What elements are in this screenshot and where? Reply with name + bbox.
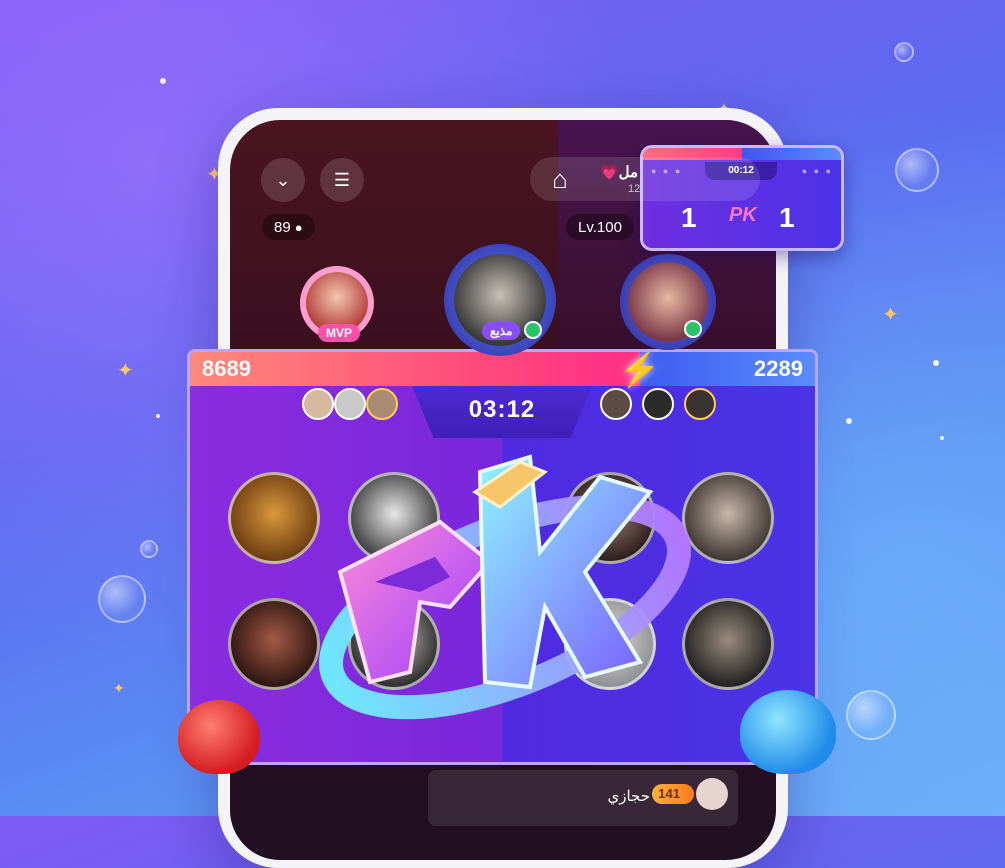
mic-on-icon: [524, 321, 542, 339]
top-gifter-avatar[interactable]: [684, 388, 716, 420]
user-icon: ●: [294, 219, 303, 235]
bubble-decoration: [895, 148, 939, 192]
dot-decoration: [940, 436, 944, 440]
room-info-chip[interactable]: ⌂ مل💗 12: [530, 157, 760, 201]
mini-pk-logo: PK: [729, 204, 757, 226]
top-gifter-avatar[interactable]: [642, 388, 674, 420]
top-gifter-avatar[interactable]: [302, 388, 334, 420]
red-team-score: 8689: [202, 356, 251, 381]
mini-pk-left-score: 1: [681, 202, 697, 233]
blue-boxing-glove-icon: [740, 690, 836, 774]
lightning-icon: ⚡: [618, 351, 661, 389]
chat-message-row[interactable]: حجازي 141: [428, 770, 738, 826]
online-count-pill[interactable]: 89 ●: [262, 214, 315, 240]
sparkle-icon: ✦: [113, 680, 125, 696]
user-level-badge: 141: [652, 784, 694, 804]
red-boxing-glove-icon: [178, 700, 260, 774]
dot-decoration: [156, 414, 160, 418]
bubble-decoration: [894, 42, 914, 62]
sparkle-icon: ✦: [882, 304, 899, 326]
mic-on-icon: [684, 320, 702, 338]
top-gifter-avatar[interactable]: [600, 388, 632, 420]
dot-decoration: [933, 360, 939, 366]
exit-room-icon[interactable]: ⌂: [544, 163, 576, 195]
blue-team-score: 2289: [754, 356, 803, 381]
pk-timer: 03:12: [468, 396, 536, 423]
bubble-decoration: [846, 690, 896, 740]
mini-pk-slots: ● ● ●: [801, 166, 833, 176]
room-level-pill: Lv.100: [566, 214, 634, 240]
room-id: 12: [628, 183, 641, 195]
online-count: 89: [274, 218, 291, 236]
guest-seat[interactable]: [620, 254, 716, 350]
bubble-decoration: [140, 540, 158, 558]
room-level: Lv.100: [578, 218, 622, 236]
pk-score-bar: [190, 352, 815, 386]
chat-username[interactable]: حجازي: [607, 787, 650, 805]
pk-battle-panel: 8689 2289 ⚡ 03:12: [187, 349, 818, 765]
bubble-decoration: [98, 575, 146, 623]
menu-icon: ☰: [333, 169, 351, 190]
chat-avatar[interactable]: [696, 778, 728, 810]
dot-decoration: [846, 418, 852, 424]
collapse-button[interactable]: ⌄: [261, 158, 305, 202]
red-team-score-bar: [190, 352, 640, 386]
mvp-badge: MVP: [318, 324, 361, 342]
top-gifter-avatar[interactable]: [366, 388, 398, 420]
pk-logo-graphic: [319, 454, 691, 720]
top-gifter-avatar[interactable]: [334, 388, 366, 420]
sparkle-icon: ✦: [117, 360, 134, 382]
menu-button[interactable]: ☰: [320, 158, 364, 202]
mini-pk-right-score: 1: [779, 202, 795, 233]
host-badge: مذيع: [482, 322, 521, 340]
chevron-down-icon: ⌄: [275, 169, 291, 190]
dot-decoration: [160, 78, 166, 84]
room-name: مل💗: [600, 164, 639, 181]
